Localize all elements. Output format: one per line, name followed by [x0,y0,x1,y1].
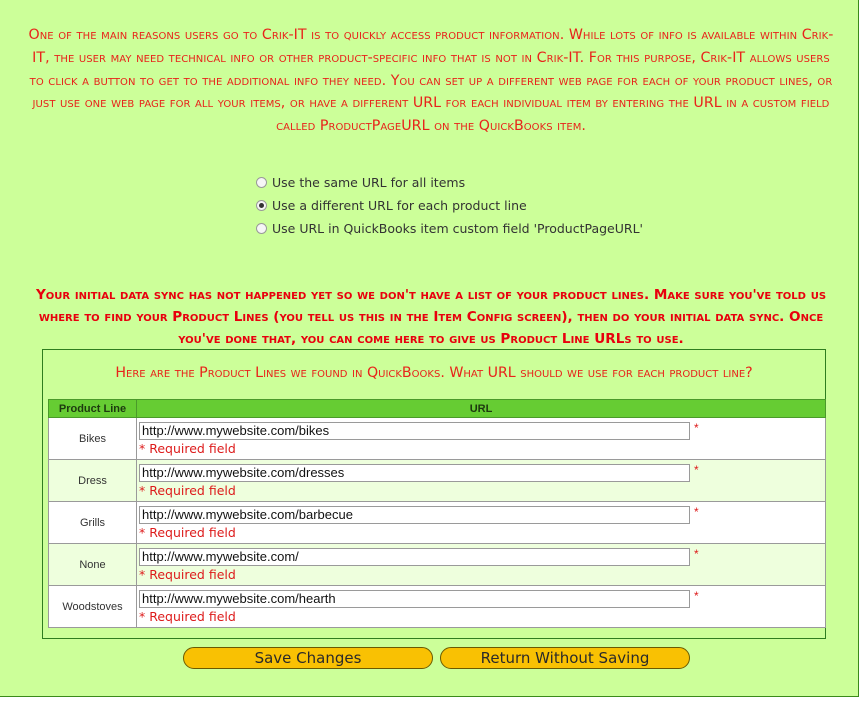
settings-panel: One of the main reasons users go to Crik… [0,0,859,697]
url-cell: * * Required field [136,501,826,544]
product-line-name: None [48,543,137,586]
table-row: None * * Required field [48,543,826,586]
save-changes-button[interactable]: Save Changes [183,647,433,669]
product-line-name: Woodstoves [48,585,137,628]
radio-per-product-line-label[interactable]: Use a different URL for each product lin… [272,198,527,213]
product-lines-title: Here are the Product Lines we found in Q… [115,365,753,381]
required-marker: * [694,588,699,603]
sync-warning-text: Your initial data sync has not happened … [35,287,827,347]
radio-per-product-line[interactable] [256,200,267,211]
required-field-text: * Required field [139,440,236,456]
radio-custom-field-label[interactable]: Use URL in QuickBooks item custom field … [272,221,643,236]
intro-text: One of the main reasons users go to Crik… [28,27,834,135]
product-lines-box: Here are the Product Lines we found in Q… [42,349,826,639]
required-field-text: * Required field [139,566,236,582]
url-cell: * * Required field [136,543,826,586]
radio-same-url-label[interactable]: Use the same URL for all items [272,175,465,190]
return-without-saving-button[interactable]: Return Without Saving [440,647,690,669]
product-lines-table: Product Line URL Bikes * * Required fiel… [48,399,826,628]
table-row: Bikes * * Required field [48,417,826,460]
product-line-name: Bikes [48,417,137,460]
url-mode-radio-group: Use the same URL for all items Use a dif… [256,171,643,240]
radio-option-per-product-line[interactable]: Use a different URL for each product lin… [256,194,643,217]
required-field-text: * Required field [139,608,236,624]
required-field-text: * Required field [139,524,236,540]
column-header-url: URL [136,399,826,418]
required-marker: * [694,546,699,561]
url-input-grills[interactable] [139,505,690,524]
table-row: Dress * * Required field [48,459,826,502]
required-marker: * [694,420,699,435]
url-input-bikes[interactable] [139,421,690,440]
url-cell: * * Required field [136,417,826,460]
url-input-none[interactable] [139,547,690,566]
radio-custom-field[interactable] [256,223,267,234]
table-header-row: Product Line URL [48,399,826,418]
radio-option-custom-field[interactable]: Use URL in QuickBooks item custom field … [256,217,643,240]
required-field-text: * Required field [139,482,236,498]
product-line-name: Grills [48,501,137,544]
url-cell: * * Required field [136,585,826,628]
url-cell: * * Required field [136,459,826,502]
url-input-woodstoves[interactable] [139,589,690,608]
url-input-dress[interactable] [139,463,690,482]
required-marker: * [694,504,699,519]
radio-same-url[interactable] [256,177,267,188]
table-row: Grills * * Required field [48,501,826,544]
column-header-product-line: Product Line [48,399,137,418]
radio-option-same-url[interactable]: Use the same URL for all items [256,171,643,194]
table-row: Woodstoves * * Required field [48,585,826,628]
required-marker: * [694,462,699,477]
product-line-name: Dress [48,459,137,502]
